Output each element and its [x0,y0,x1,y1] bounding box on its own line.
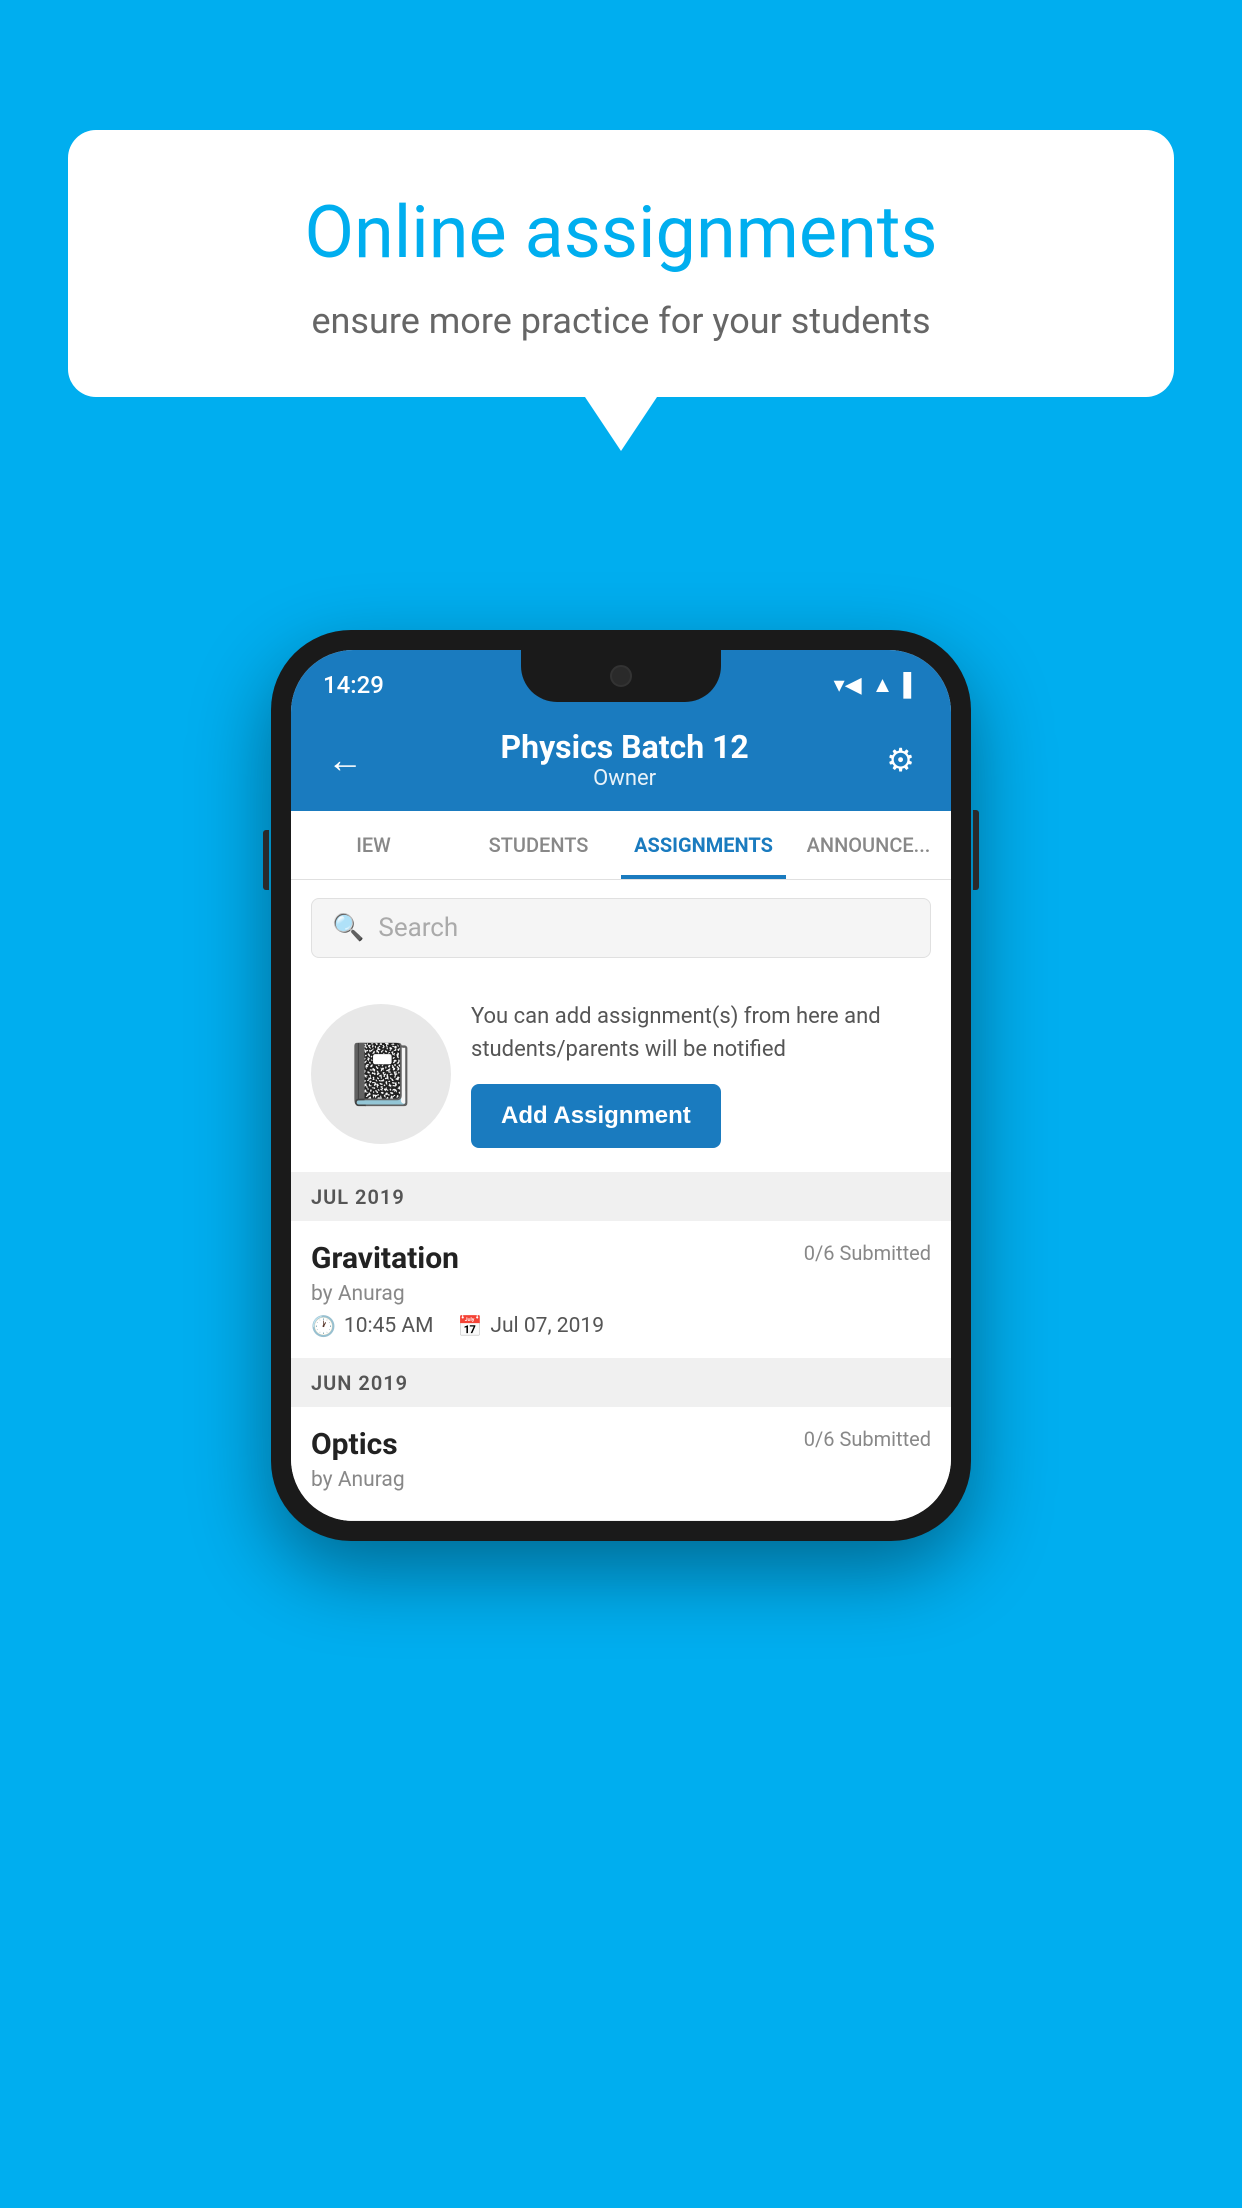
status-icons: ▾◀ ▲ ▌ [834,672,919,698]
search-placeholder-text: Search [378,913,458,943]
phone-outer: 14:29 ▾◀ ▲ ▌ ← Physics Batch 12 Owner ⚙ … [271,630,971,1541]
tab-announcements[interactable]: ANNOUNCE... [786,811,951,879]
app-header: ← Physics Batch 12 Owner ⚙ [291,712,951,811]
status-time: 14:29 [323,671,384,699]
assignment-by-optics: by Anurag [311,1468,931,1492]
batch-subtitle: Owner [501,766,749,791]
battery-icon: ▌ [903,672,919,698]
phone-screen: 14:29 ▾◀ ▲ ▌ ← Physics Batch 12 Owner ⚙ … [291,650,951,1521]
assignment-row-top: Gravitation 0/6 Submitted [311,1241,931,1276]
assignment-name-optics: Optics [311,1427,398,1462]
speech-bubble-container: Online assignments ensure more practice … [68,130,1174,451]
batch-title: Physics Batch 12 [501,728,749,766]
meta-time-gravitation: 🕐 10:45 AM [311,1314,433,1338]
phone-side-button-left [263,830,269,890]
assignment-meta-gravitation: 🕐 10:45 AM 📅 Jul 07, 2019 [311,1314,931,1338]
meta-date-gravitation: 📅 Jul 07, 2019 [457,1314,604,1338]
back-button[interactable]: ← [319,731,371,789]
promo-card: 📓 You can add assignment(s) from here an… [291,976,951,1173]
tab-iew[interactable]: IEW [291,811,456,879]
settings-button[interactable]: ⚙ [878,733,923,787]
notebook-icon: 📓 [344,1039,419,1110]
speech-bubble-title: Online assignments [138,190,1104,276]
phone-notch [521,650,721,702]
speech-bubble-arrow [585,397,657,451]
assignment-submitted-gravitation: 0/6 Submitted [804,1241,931,1265]
section-jul-2019: JUL 2019 [291,1173,951,1221]
calendar-icon: 📅 [457,1314,482,1338]
promo-text: You can add assignment(s) from here and … [471,1000,931,1066]
section-jun-2019: JUN 2019 [291,1359,951,1407]
assignment-gravitation[interactable]: Gravitation 0/6 Submitted by Anurag 🕐 10… [291,1221,951,1359]
assignment-row-top-optics: Optics 0/6 Submitted [311,1427,931,1462]
signal-icon: ▲ [872,672,894,698]
search-container: 🔍 Search [291,880,951,976]
phone-side-button-right [973,810,979,890]
add-assignment-button[interactable]: Add Assignment [471,1084,721,1148]
header-center: Physics Batch 12 Owner [501,728,749,791]
clock-icon: 🕐 [311,1314,336,1338]
assignment-date-gravitation: Jul 07, 2019 [490,1314,604,1338]
assignment-optics[interactable]: Optics 0/6 Submitted by Anurag [291,1407,951,1521]
tab-assignments[interactable]: ASSIGNMENTS [621,811,786,879]
phone-mockup: 14:29 ▾◀ ▲ ▌ ← Physics Batch 12 Owner ⚙ … [271,630,971,1541]
speech-bubble-subtitle: ensure more practice for your students [138,300,1104,342]
promo-icon-circle: 📓 [311,1004,451,1144]
assignment-name-gravitation: Gravitation [311,1241,459,1276]
phone-camera [610,665,632,687]
assignment-time-gravitation: 10:45 AM [344,1314,434,1338]
promo-content: You can add assignment(s) from here and … [471,1000,931,1148]
assignment-by-gravitation: by Anurag [311,1282,931,1306]
wifi-icon: ▾◀ [834,673,862,698]
search-icon: 🔍 [332,913,364,943]
assignment-submitted-optics: 0/6 Submitted [804,1427,931,1451]
speech-bubble: Online assignments ensure more practice … [68,130,1174,397]
search-bar[interactable]: 🔍 Search [311,898,931,958]
tabs-container: IEW STUDENTS ASSIGNMENTS ANNOUNCE... [291,811,951,880]
tab-students[interactable]: STUDENTS [456,811,621,879]
